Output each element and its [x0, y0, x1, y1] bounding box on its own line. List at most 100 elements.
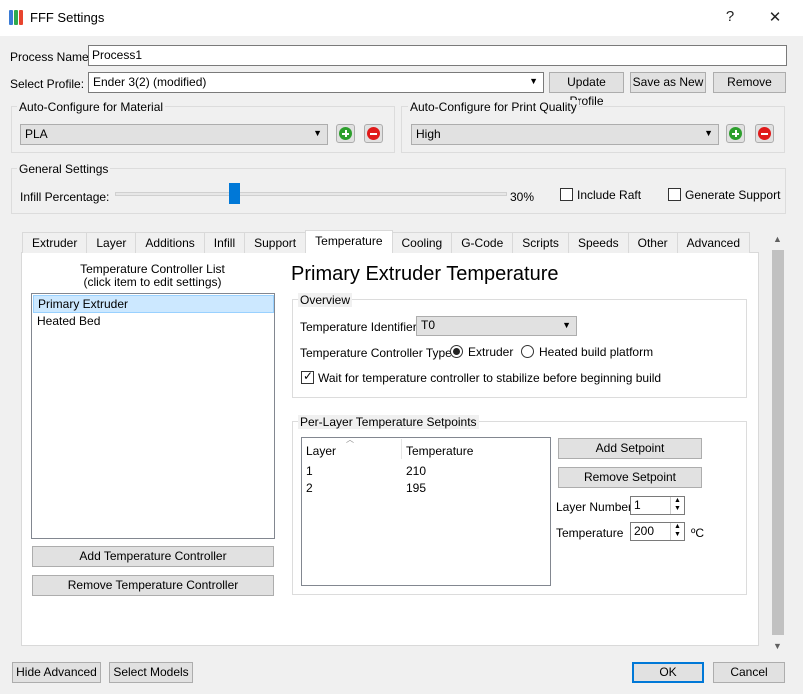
extruder-radio[interactable]: [450, 345, 463, 358]
add-quality-button[interactable]: [726, 124, 745, 143]
general-settings-title: General Settings: [17, 162, 111, 176]
close-button[interactable]: ✕: [765, 8, 785, 26]
process-name-label: Process Name:: [10, 50, 93, 64]
identifier-select-value: T0: [421, 318, 436, 332]
chevron-down-icon: ▼: [704, 128, 713, 138]
cancel-button[interactable]: Cancel: [713, 662, 785, 683]
profile-select-value: Ender 3(2) (modified): [93, 75, 207, 89]
layer-number-label: Layer Number: [556, 500, 633, 514]
controller-list-item[interactable]: Primary Extruder: [33, 295, 274, 313]
quality-select-value: High: [416, 127, 441, 141]
material-select[interactable]: PLA ▼: [20, 124, 328, 145]
quality-group-title: Auto-Configure for Print Quality: [408, 100, 579, 114]
sort-arrow-icon: ︿: [346, 435, 354, 444]
detail-heading: Primary Extruder Temperature: [291, 263, 559, 285]
material-group-title: Auto-Configure for Material: [17, 100, 166, 114]
tab-scripts[interactable]: Scripts: [512, 232, 569, 253]
plus-circle-icon: [729, 127, 742, 140]
tab-temperature[interactable]: Temperature: [305, 230, 393, 253]
controller-type-label: Temperature Controller Type:: [300, 346, 456, 360]
table-cell-temperature[interactable]: 195: [406, 481, 426, 495]
save-as-new-button[interactable]: Save as New: [630, 72, 706, 93]
temperature-label: Temperature: [556, 526, 624, 540]
minus-circle-icon: [367, 127, 380, 140]
spin-arrows-icon[interactable]: ▲ ▼: [670, 497, 684, 514]
overview-title: Overview: [298, 293, 353, 307]
infill-slider-track[interactable]: [115, 192, 507, 196]
add-material-button[interactable]: [336, 124, 355, 143]
setpoints-title: Per-Layer Temperature Setpoints: [298, 415, 479, 429]
table-cell-layer[interactable]: 2: [306, 481, 313, 495]
layer-number-spinbox[interactable]: 1 ▲ ▼: [630, 496, 685, 515]
window-title: FFF Settings: [30, 10, 105, 25]
remove-material-button[interactable]: [364, 124, 383, 143]
tab-cooling[interactable]: Cooling: [391, 232, 453, 253]
chevron-down-icon: ▼: [529, 76, 538, 86]
include-raft-checkbox[interactable]: [560, 188, 573, 201]
app-logo-icon: [9, 10, 23, 25]
infill-slider-thumb[interactable]: [228, 183, 240, 204]
infill-value: 30%: [510, 190, 535, 204]
chevron-down-icon: ▼: [562, 320, 571, 330]
column-header-temperature[interactable]: Temperature: [406, 444, 473, 458]
tab-other[interactable]: Other: [627, 232, 678, 253]
heated-platform-radio-label: Heated build platform: [539, 345, 654, 359]
tab-extruder[interactable]: Extruder: [22, 232, 88, 253]
tab-additions[interactable]: Additions: [135, 232, 205, 253]
identifier-label: Temperature Identifier: [300, 320, 417, 334]
identifier-select[interactable]: T0 ▼: [416, 316, 577, 336]
tab-speeds[interactable]: Speeds: [567, 232, 629, 253]
wait-stabilize-checkbox[interactable]: [301, 369, 314, 384]
scrollbar-thumb[interactable]: [772, 250, 784, 635]
add-setpoint-button[interactable]: Add Setpoint: [558, 438, 702, 459]
quality-select[interactable]: High ▼: [411, 124, 719, 145]
settings-tabs: Extruder Layer Additions Infill Support Tempe…: [22, 230, 751, 253]
remove-setpoint-button[interactable]: Remove Setpoint: [558, 467, 702, 488]
generate-support-checkbox[interactable]: [668, 188, 681, 201]
tab-layer[interactable]: Layer: [86, 232, 137, 253]
minus-circle-icon: [758, 127, 771, 140]
column-header-layer[interactable]: Layer: [306, 444, 336, 458]
tab-advanced[interactable]: Advanced: [676, 232, 751, 253]
layer-number-value: 1: [634, 498, 641, 512]
help-button[interactable]: ?: [720, 8, 740, 25]
spin-arrows-icon[interactable]: ▲ ▼: [670, 523, 684, 540]
temperature-value: 200: [634, 524, 655, 538]
heated-platform-radio[interactable]: [521, 345, 534, 358]
tab-infill[interactable]: Infill: [203, 232, 246, 253]
material-select-value: PLA: [25, 127, 48, 141]
extruder-radio-label: Extruder: [468, 345, 514, 359]
add-temperature-controller-button[interactable]: Add Temperature Controller: [32, 546, 274, 567]
title-bar: [0, 0, 803, 36]
controller-list-item[interactable]: Heated Bed: [33, 313, 274, 331]
temperature-spinbox[interactable]: 200 ▲ ▼: [630, 522, 685, 541]
controller-list[interactable]: Primary Extruder Heated Bed: [31, 293, 275, 539]
process-name-input[interactable]: Process1: [88, 45, 787, 66]
chevron-down-icon: ▼: [313, 128, 322, 138]
infill-label: Infill Percentage:: [20, 190, 110, 204]
ok-button[interactable]: OK: [632, 662, 704, 683]
tab-support[interactable]: Support: [244, 232, 307, 253]
scroll-down-icon[interactable]: ▼: [773, 641, 782, 651]
table-cell-layer[interactable]: 1: [306, 464, 313, 478]
temperature-unit: ºC: [691, 526, 705, 540]
setpoints-table[interactable]: [301, 437, 551, 586]
select-profile-label: Select Profile:: [10, 77, 85, 91]
tab-g-code[interactable]: G-Code: [451, 232, 514, 253]
include-raft-label: Include Raft: [577, 188, 642, 202]
table-cell-temperature[interactable]: 210: [406, 464, 426, 478]
profile-select[interactable]: Ender 3(2) (modified) ▼: [88, 72, 544, 93]
remove-profile-button[interactable]: Remove: [713, 72, 786, 93]
controller-list-hint: (click item to edit settings): [83, 275, 222, 289]
scroll-up-icon[interactable]: ▲: [773, 234, 782, 244]
update-profile-button[interactable]: Update Profile: [549, 72, 624, 108]
remove-quality-button[interactable]: [755, 124, 774, 143]
generate-support-label: Generate Support: [685, 188, 781, 202]
hide-advanced-button[interactable]: Hide Advanced: [12, 662, 101, 683]
controller-list-title: Temperature Controller List: [80, 262, 225, 276]
select-models-button[interactable]: Select Models: [109, 662, 193, 683]
remove-temperature-controller-button[interactable]: Remove Temperature Controller: [32, 575, 274, 596]
column-divider: [401, 439, 402, 459]
plus-circle-icon: [339, 127, 352, 140]
wait-stabilize-label: Wait for temperature controller to stabi…: [318, 371, 662, 385]
